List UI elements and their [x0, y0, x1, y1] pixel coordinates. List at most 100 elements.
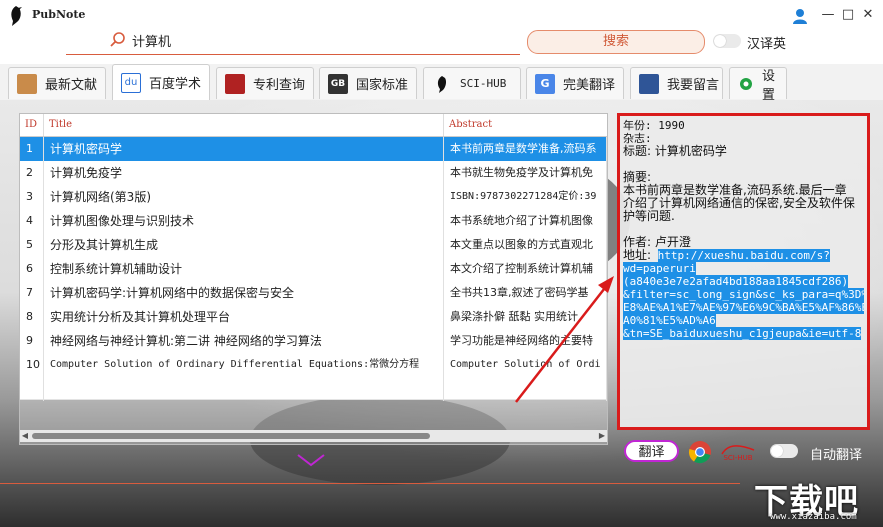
search-underline — [66, 54, 520, 55]
detail-url-line[interactable]: A0%81%E5%AD%A6 — [623, 314, 716, 327]
table-row[interactable]: 4 计算机图像处理与识别技术 本书系统地介绍了计算机图像 — [20, 209, 607, 234]
row-abstract: ISBN:9787302271284定价:39 — [444, 185, 607, 209]
row-title: 计算机免疫学 — [44, 161, 444, 185]
user-icon[interactable] — [792, 8, 808, 24]
maximize-button[interactable]: □ — [838, 6, 858, 24]
sci-hub-icon[interactable]: SCI-HUB — [718, 440, 758, 464]
detail-content[interactable]: 年份: 1990 杂志: 标题: 计算机密码学 摘要: 本书前两章是数学准备,流… — [623, 119, 864, 424]
tab-label: 最新文献 — [45, 78, 98, 93]
row-id-empty — [20, 377, 44, 401]
row-title: 计算机网络(第3版) — [44, 185, 444, 209]
gb-standard-icon: GB — [328, 73, 348, 94]
row-id: 6 — [20, 257, 44, 281]
detail-url-label: 地址: — [623, 248, 652, 262]
detail-url-line[interactable]: (a840e3e7e2afad4bd188aa1845cdf286) — [623, 275, 849, 288]
row-abstract: 本文介绍了控制系统计算机辅 — [444, 257, 607, 281]
table-row[interactable]: 3 计算机网络(第3版) ISBN:9787302271284定价:39 — [20, 185, 607, 210]
detail-abstract-line: 护等问题. — [623, 209, 675, 223]
column-header-title[interactable]: Title — [44, 114, 444, 136]
tab-gb-standard[interactable]: GB 国家标准 — [319, 67, 417, 99]
table-row[interactable]: 1 计算机密码学 本书前两章是数学准备,流码系 — [20, 137, 607, 162]
tab-baidu-scholar[interactable]: du 百度学术 — [112, 64, 210, 100]
title-bar: PubNote — □ ✕ — [0, 0, 883, 30]
column-header-id[interactable]: ID — [20, 114, 44, 136]
row-title: 控制系统计算机辅助设计 — [44, 257, 444, 281]
tab-translate[interactable]: G 完美翻译 — [526, 67, 624, 99]
detail-year: 年份: 1990 — [623, 119, 685, 132]
tab-label: 完美翻译 — [563, 78, 616, 93]
auto-translate-toggle[interactable] — [770, 444, 798, 458]
row-abstract: 全书共13章,叙述了密码学基 — [444, 281, 607, 305]
search-input[interactable] — [132, 33, 512, 48]
tab-sci-hub[interactable]: SCI-HUB — [423, 67, 521, 99]
tab-patent[interactable]: 专利查询 — [216, 67, 314, 99]
bottom-divider — [0, 483, 740, 484]
detail-url-line[interactable]: &tn=SE_baiduxueshu_c1gjeupa&ie=utf-8 — [623, 327, 862, 340]
tab-label: SCI-HUB — [460, 77, 507, 90]
raven-icon — [437, 75, 447, 93]
row-title: 计算机图像处理与识别技术 — [44, 209, 444, 233]
row-id: 3 — [20, 185, 44, 209]
detail-url-line[interactable]: wd=paperuri — [623, 262, 696, 275]
table-row[interactable]: 7 计算机密码学:计算机网络中的数据保密与安全 全书共13章,叙述了密码学基 — [20, 281, 607, 306]
table-row[interactable]: 8 实用统计分析及其计算机处理平台 鼻梁涤扑僻 舐黏 实用统计 — [20, 305, 607, 330]
baidu-paw-icon: du — [121, 72, 141, 93]
han-to-en-toggle[interactable] — [713, 34, 741, 48]
translate-button[interactable]: 翻译 — [624, 440, 679, 462]
toggle-knob — [771, 445, 783, 457]
table-row[interactable]: 9 神经网络与神经计算机:第二讲 神经网络的学习算法 学习功能是神经网络的主要特 — [20, 329, 607, 354]
row-abstract: Computer Solution of Ordi — [444, 353, 607, 377]
tab-label: 国家标准 — [356, 78, 409, 93]
book-cat-icon — [17, 73, 37, 94]
table-row[interactable]: 10 Computer Solution of Ordinary Differe… — [20, 353, 607, 378]
row-title: 分形及其计算机生成 — [44, 233, 444, 257]
scroll-right-arrow-icon[interactable]: ▶ — [597, 430, 607, 442]
row-abstract: 本书前两章是数学准备,流码系 — [444, 137, 607, 161]
table-row[interactable]: 6 控制系统计算机辅助设计 本文介绍了控制系统计算机辅 — [20, 257, 607, 282]
detail-panel: 年份: 1990 杂志: 标题: 计算机密码学 摘要: 本书前两章是数学准备,流… — [617, 113, 870, 430]
search-button[interactable]: 搜索 — [527, 30, 705, 54]
detail-url-line[interactable]: http://xueshu.baidu.com/s? — [657, 249, 830, 262]
horizontal-scrollbar[interactable]: ◀ ▶ — [20, 430, 607, 442]
search-icon — [110, 32, 125, 47]
row-abstract: 学习功能是神经网络的主要特 — [444, 329, 607, 353]
tab-latest[interactable]: 最新文献 — [8, 67, 106, 99]
tab-label: 我要留言 — [667, 78, 720, 93]
detail-url-line[interactable]: &filter=sc_long_sign&sc_ks_para=q%3D% — [623, 288, 864, 301]
tab-settings[interactable]: 设置 — [729, 67, 787, 103]
detail-blank — [623, 158, 864, 171]
row-id: 7 — [20, 281, 44, 305]
table-row[interactable]: 2 计算机免疫学 本书就生物免疫学及计算机免 — [20, 161, 607, 186]
column-header-abstract[interactable]: Abstract — [444, 114, 607, 136]
scrollbar-thumb[interactable] — [32, 433, 430, 439]
han-to-en-label: 汉译英 — [747, 37, 787, 52]
row-abstract: 本文重点以图象的方式直观北 — [444, 233, 607, 257]
toggle-knob — [714, 35, 726, 47]
row-title: 计算机密码学 — [44, 137, 444, 161]
table-row[interactable]: 5 分形及其计算机生成 本文重点以图象的方式直观北 — [20, 233, 607, 258]
row-abstract-empty — [444, 377, 607, 401]
row-abstract: 本书就生物免疫学及计算机免 — [444, 161, 607, 185]
row-title: 实用统计分析及其计算机处理平台 — [44, 305, 444, 329]
detail-title: 标题: 计算机密码学 — [623, 144, 727, 158]
tab-label: 百度学术 — [149, 77, 202, 92]
app-name: PubNote — [32, 8, 86, 21]
tab-message[interactable]: 我要留言 — [630, 67, 723, 99]
row-title: 神经网络与神经计算机:第二讲 神经网络的学习算法 — [44, 329, 444, 353]
row-id: 5 — [20, 233, 44, 257]
minimize-button[interactable]: — — [818, 6, 838, 24]
chrome-icon[interactable] — [688, 440, 712, 464]
results-table: ID Title Abstract 1 计算机密码学 本书前两章是数学准备,流码… — [19, 113, 608, 445]
detail-url-line[interactable]: E8%AE%A1%E7%AE%97%E6%9C%BA%E5%AF%86%E7% — [623, 301, 864, 314]
table-row-empty — [20, 377, 607, 401]
message-icon — [639, 73, 659, 94]
scroll-left-arrow-icon[interactable]: ◀ — [20, 430, 30, 442]
chevron-down-icon[interactable] — [296, 452, 326, 468]
close-button[interactable]: ✕ — [858, 6, 878, 24]
row-id: 8 — [20, 305, 44, 329]
row-abstract: 鼻梁涤扑僻 舐黏 实用统计 — [444, 305, 607, 329]
row-id: 4 — [20, 209, 44, 233]
row-title: 计算机密码学:计算机网络中的数据保密与安全 — [44, 281, 444, 305]
raven-logo-icon — [11, 6, 22, 26]
row-id: 10 — [20, 353, 44, 377]
